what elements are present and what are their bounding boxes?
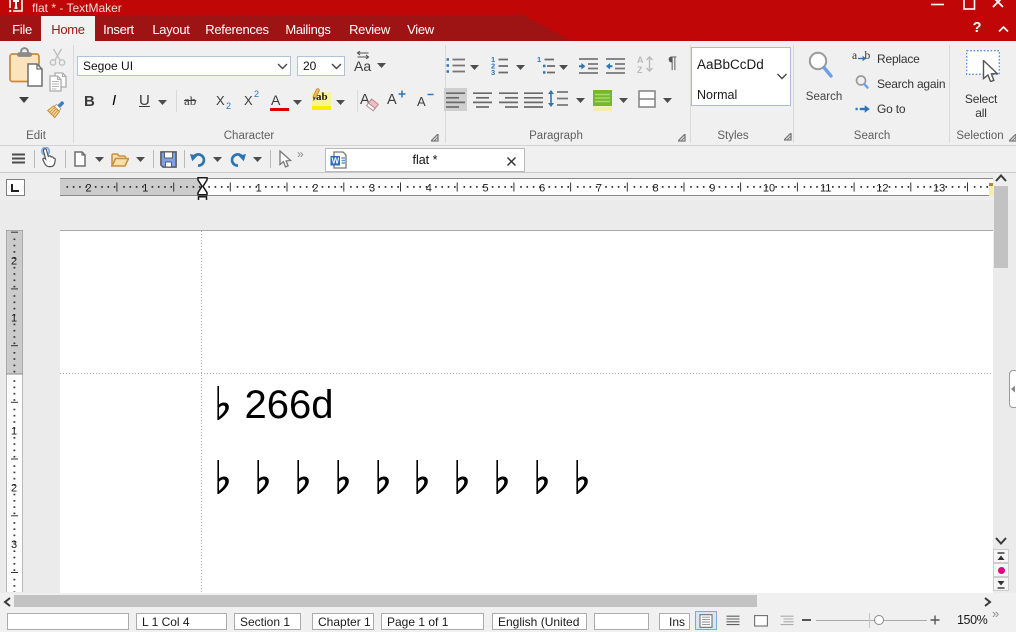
svg-text:2: 2 [11,482,17,494]
svg-text:12: 12 [876,183,888,195]
svg-text:3: 3 [491,68,495,75]
svg-text:A: A [637,55,644,65]
svg-text:W: W [332,157,340,166]
svg-text:4: 4 [426,183,432,195]
svg-text:8: 8 [653,183,659,195]
svg-text:9: 9 [709,183,715,195]
svg-text:13: 13 [933,183,945,195]
svg-text:1: 1 [537,55,541,64]
svg-text:10: 10 [763,183,775,195]
svg-text:1: 1 [256,183,262,195]
svg-text:1: 1 [11,312,17,324]
svg-text:3: 3 [11,539,17,551]
svg-text:6: 6 [539,183,545,195]
svg-text:2: 2 [312,183,318,195]
svg-text:5: 5 [482,183,488,195]
svg-text:1: 1 [142,183,148,195]
svg-text:3: 3 [369,183,375,195]
svg-text:7: 7 [596,183,602,195]
svg-text:Z: Z [637,65,643,74]
svg-text:1: 1 [11,426,17,438]
svg-text:2: 2 [11,256,17,268]
svg-text:11: 11 [820,183,831,195]
svg-text:2: 2 [86,183,92,195]
